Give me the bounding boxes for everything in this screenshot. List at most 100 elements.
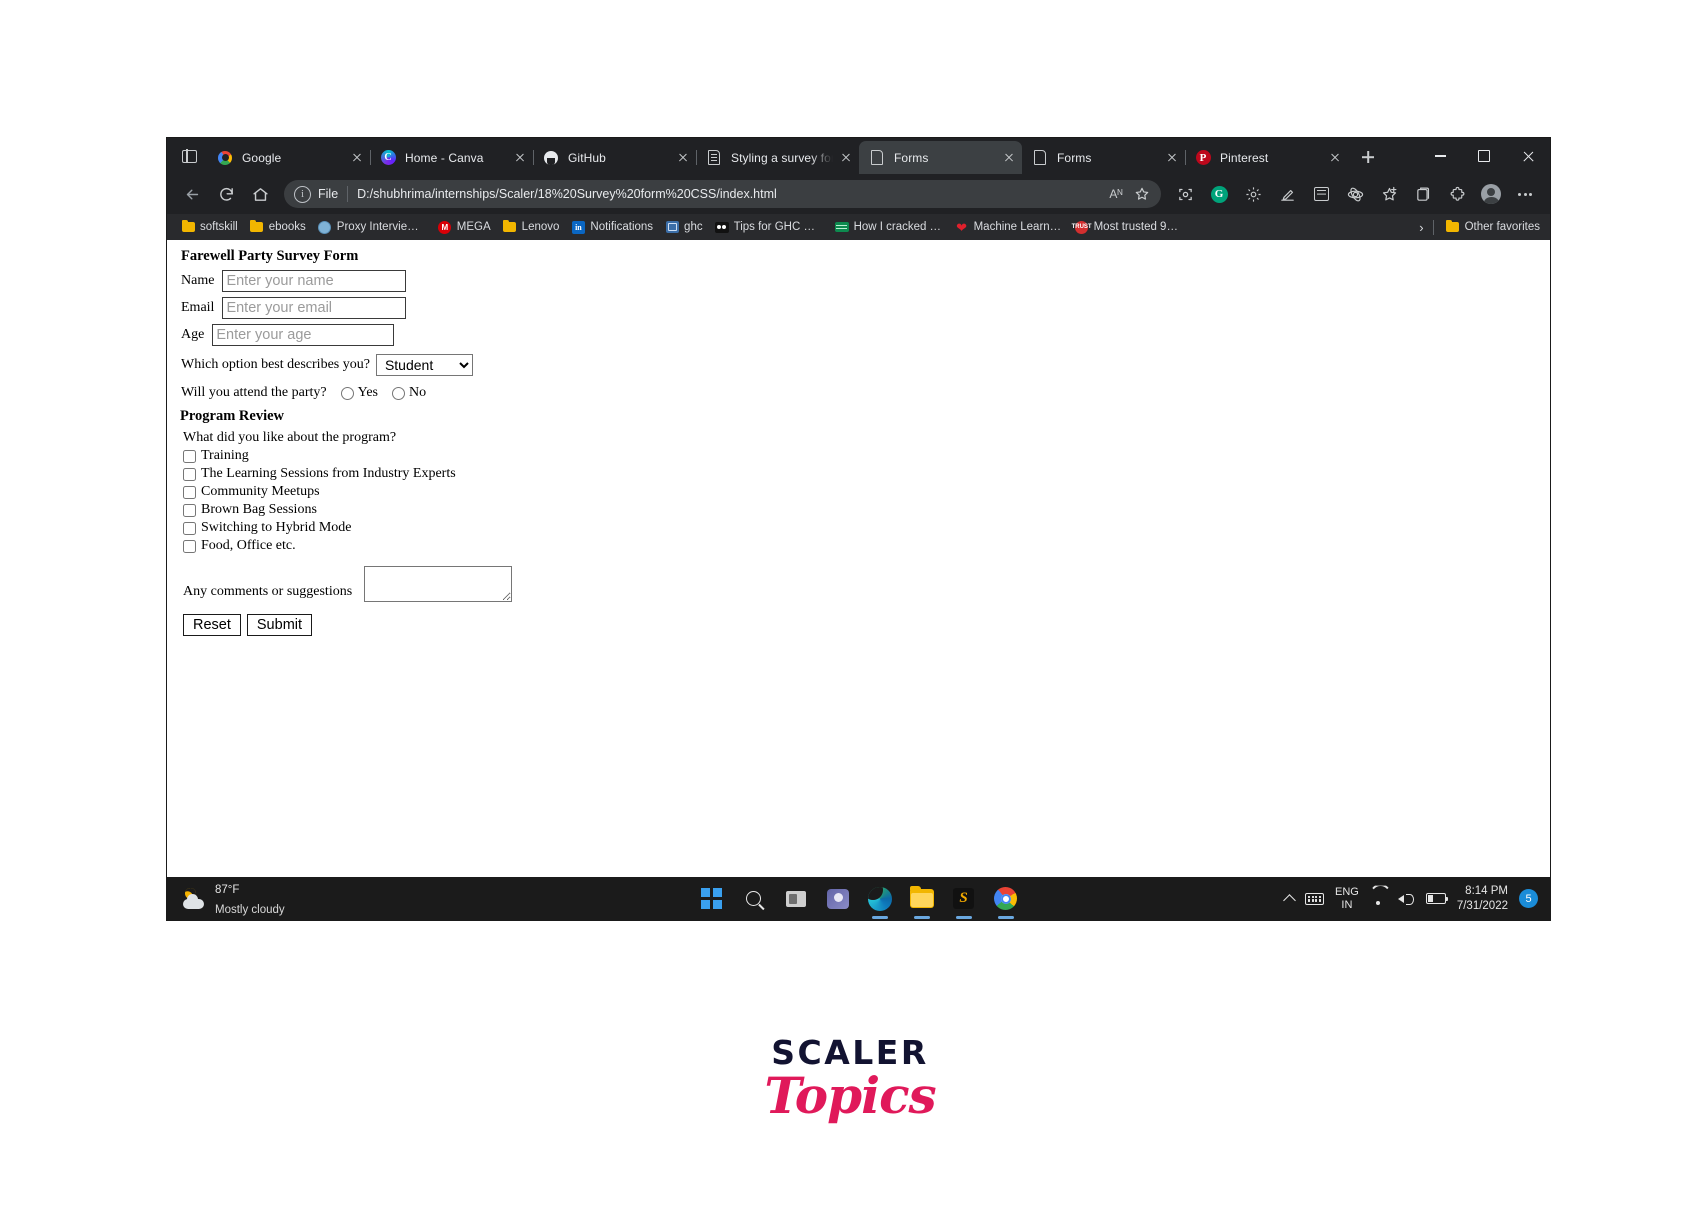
checkbox-row-learning-sessions[interactable]: The Learning Sessions from Industry Expe… — [183, 466, 1550, 482]
language-indicator[interactable]: ENG IN — [1335, 886, 1359, 911]
page-title: Farewell Party Survey Form — [181, 248, 359, 264]
address-bar[interactable]: i File D:/shubhrima/internships/Scaler/1… — [284, 180, 1161, 208]
settings-gear-icon[interactable] — [1238, 179, 1268, 209]
checkbox-food-office[interactable] — [183, 539, 196, 553]
tab-forms-2[interactable]: Forms — [1022, 141, 1185, 174]
attend-option-yes[interactable]: Yes — [340, 385, 378, 401]
bookmark-notifications[interactable]: in Notifications — [565, 218, 659, 236]
checkbox-row-brown-bag-sessions[interactable]: Brown Bag Sessions — [183, 502, 1550, 518]
search-icon[interactable] — [740, 885, 768, 913]
tab-title: Home - Canva — [405, 150, 484, 165]
checkbox-learning-sessions[interactable] — [183, 467, 196, 481]
extensions-icon[interactable] — [1442, 179, 1472, 209]
bookmark-most-trusted-90-days[interactable]: TRUST Most trusted 90 da... — [1069, 218, 1189, 236]
split-screen-icon[interactable] — [1306, 179, 1336, 209]
bookmark-machine-learning[interactable]: ❤ Machine Learning f... — [949, 218, 1069, 236]
wifi-icon[interactable] — [1370, 892, 1387, 905]
refresh-icon[interactable] — [211, 179, 241, 209]
checkbox-community-meetups[interactable] — [183, 485, 196, 499]
checkbox-row-food-office[interactable]: Food, Office etc. — [183, 538, 1550, 554]
tab-search-button[interactable] — [171, 138, 207, 174]
checkbox-brown-bag-sessions[interactable] — [183, 503, 196, 517]
close-tab-icon[interactable] — [1326, 149, 1344, 167]
clock-time: 8:14 PM — [1465, 885, 1508, 898]
highlighter-icon[interactable] — [1272, 179, 1302, 209]
battery-icon[interactable] — [1425, 893, 1449, 904]
add-favorite-icon[interactable] — [1129, 181, 1155, 207]
close-window-button[interactable] — [1506, 139, 1550, 173]
tcs-icon — [834, 220, 849, 234]
url-text[interactable]: D:/shubhrima/internships/Scaler/18%20Sur… — [357, 187, 1103, 201]
read-aloud-icon[interactable]: Aᴺ — [1103, 181, 1129, 207]
globe-icon — [318, 220, 332, 234]
edge-icon[interactable] — [866, 885, 894, 913]
chrome-icon[interactable] — [992, 885, 1020, 913]
bookmark-proxy-interview-prep[interactable]: Proxy Interview Prep — [312, 218, 432, 236]
attend-radio-no[interactable] — [392, 386, 405, 400]
home-icon[interactable] — [245, 179, 275, 209]
checkbox-row-hybrid-mode[interactable]: Switching to Hybrid Mode — [183, 520, 1550, 536]
attend-radio-yes[interactable] — [340, 386, 354, 400]
start-windows-icon[interactable] — [698, 885, 726, 913]
screenshot-icon[interactable] — [1170, 179, 1200, 209]
tab-forms-active[interactable]: Forms — [859, 141, 1022, 174]
name-input[interactable] — [222, 270, 407, 292]
weather-widget[interactable]: 87°F Mostly cloudy — [181, 879, 285, 919]
reset-button[interactable]: Reset — [183, 614, 241, 636]
task-view-icon[interactable] — [782, 885, 810, 913]
clock[interactable]: 8:14 PM 7/31/2022 — [1457, 884, 1508, 913]
notification-badge[interactable]: 5 — [1519, 889, 1538, 908]
keyboard-icon[interactable] — [1304, 892, 1324, 905]
minimize-button[interactable] — [1418, 139, 1462, 173]
volume-icon[interactable] — [1397, 892, 1415, 906]
show-hidden-icons-icon[interactable] — [1283, 892, 1296, 907]
checkbox-hybrid-mode[interactable] — [183, 521, 196, 535]
bookmark-how-i-cracked-tcs[interactable]: How I cracked TCS... — [829, 218, 949, 236]
bookmark-lenovo[interactable]: Lenovo — [497, 218, 566, 236]
collections-icon[interactable] — [1408, 179, 1438, 209]
other-favorites-folder[interactable]: Other favorites — [1440, 218, 1546, 236]
close-tab-icon[interactable] — [1000, 149, 1018, 167]
new-tab-button[interactable] — [1354, 143, 1382, 171]
bookmark-label: Notifications — [590, 221, 654, 233]
favorites-icon[interactable] — [1374, 179, 1404, 209]
checkbox-training[interactable] — [183, 449, 196, 463]
describes-select[interactable]: Student Professional Other — [375, 354, 473, 376]
tab-pinterest[interactable]: P Pinterest — [1185, 141, 1348, 174]
more-options-icon[interactable] — [1510, 179, 1540, 209]
teams-icon[interactable] — [824, 885, 852, 913]
back-icon[interactable] — [177, 179, 207, 209]
bookmark-mega[interactable]: M MEGA — [432, 218, 497, 236]
age-input[interactable] — [212, 324, 395, 346]
comments-textarea[interactable] — [364, 566, 513, 602]
submit-button[interactable]: Submit — [246, 614, 313, 636]
bookmark-softskill[interactable]: softskill — [175, 218, 244, 236]
attend-option-no[interactable]: No — [392, 385, 426, 401]
close-tab-icon[interactable] — [837, 149, 855, 167]
browser-essentials-icon[interactable] — [1340, 179, 1370, 209]
account-avatar-icon[interactable] — [1476, 179, 1506, 209]
describes-field-row: Which option best describes you? Student… — [181, 354, 1550, 376]
site-info-icon[interactable]: i — [294, 185, 311, 203]
vertical-tabs-icon — [181, 148, 197, 164]
bookmarks-overflow-chevron-icon[interactable]: › — [1410, 220, 1432, 235]
close-tab-icon[interactable] — [511, 149, 529, 167]
close-tab-icon[interactable] — [1163, 149, 1181, 167]
maximize-button[interactable] — [1462, 139, 1506, 173]
profile-avatar-icon[interactable]: G — [1204, 179, 1234, 209]
tab-github[interactable]: GitHub — [533, 141, 696, 174]
tab-styling-a-survey-form[interactable]: Styling a survey form — [696, 141, 859, 174]
checkbox-row-community-meetups[interactable]: Community Meetups — [183, 484, 1550, 500]
email-input[interactable] — [222, 297, 407, 319]
close-tab-icon[interactable] — [674, 149, 692, 167]
tab-google[interactable]: Google — [207, 141, 370, 174]
bookmark-ghc[interactable]: ghc — [659, 218, 709, 236]
sublime-text-icon[interactable]: S — [950, 885, 978, 913]
most-trusted-icon: TRUST — [1072, 220, 1092, 234]
checkbox-row-training[interactable]: Training — [183, 448, 1550, 464]
close-tab-icon[interactable] — [348, 149, 366, 167]
tab-home-canva[interactable]: C Home - Canva — [370, 141, 533, 174]
bookmark-tips-for-ghc-scholarship[interactable]: Tips for GHC Schola... — [709, 218, 829, 236]
bookmark-ebooks[interactable]: ebooks — [244, 218, 312, 236]
file-explorer-icon[interactable] — [908, 885, 936, 913]
